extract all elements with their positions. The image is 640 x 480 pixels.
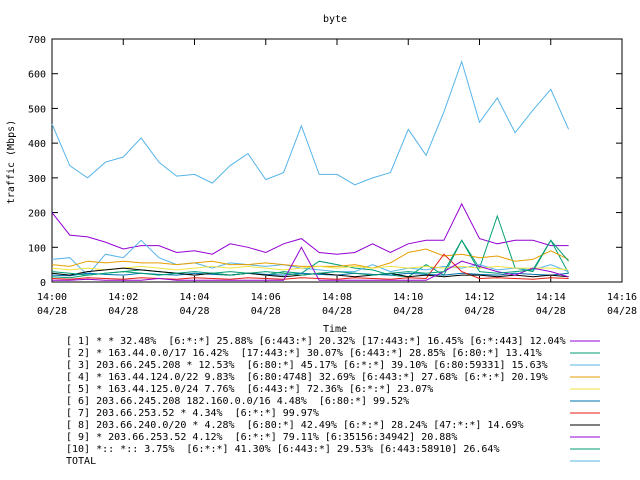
x-tick-time-label: 14:12 <box>464 292 494 303</box>
y-tick-label: 0 <box>40 278 46 289</box>
legend-entry-label: [ 9] * 203.66.253.52 4.12% [6:*:*] 79.11… <box>66 432 457 443</box>
x-tick-date-label: 04/28 <box>108 306 138 317</box>
x-axis-label: Time <box>323 324 347 335</box>
traffic-chart: byte traffic (Mbps) Time 0 100 200 300 400 50… <box>6 14 637 467</box>
legend-entry-label: [ 2] * 163.44.0.0/17 16.42% [17:443:*] 3… <box>66 348 542 359</box>
x-tick-time-label: 14:10 <box>393 292 423 303</box>
series-line-11 <box>51 59 570 186</box>
x-tick-time-label: 14:14 <box>536 292 566 303</box>
y-tick-label: 300 <box>28 174 46 185</box>
legend-entry-label: [10] *:: *:: 3.75% [6:*:*] 41.30% [6:443… <box>66 444 499 455</box>
x-tick-date-label: 04/28 <box>179 306 209 317</box>
plot-frame <box>51 38 623 283</box>
legend-entry-label: TOTAL <box>66 456 96 467</box>
y-tick-label: 200 <box>28 209 46 220</box>
x-tick-date-label: 04/28 <box>37 306 67 317</box>
y-axis-ticks: 0 100 200 300 400 500 600 700 <box>28 35 622 289</box>
legend-entry-label: [ 4] * 163.44.124.0/22 9.83% [6:80:4748]… <box>66 372 548 383</box>
y-tick-label: 600 <box>28 70 46 81</box>
x-tick-date-label: 04/28 <box>393 306 423 317</box>
legend: [ 1] * * 32.48% [6:*:*] 25.88% [6:443:*]… <box>66 336 600 467</box>
y-tick-label: 400 <box>28 139 46 150</box>
series-line-1 <box>51 202 569 255</box>
legend-entry-label: [ 6] 203.66.245.208 182.160.0.0/16 4.48%… <box>66 396 409 407</box>
y-tick-label: 500 <box>28 104 46 115</box>
x-tick-time-label: 14:00 <box>37 292 67 303</box>
legend-entry-label: [ 8] 203.66.240.0/20 * 4.28% [6:80:*] 42… <box>66 420 524 431</box>
x-tick-time-label: 14:04 <box>179 292 209 303</box>
y-tick-label: 100 <box>28 243 46 254</box>
legend-entry-label: [ 5] * 163.44.125.0/24 7.76% [6:443:*] 7… <box>66 384 433 395</box>
legend-entry-label: [ 7] 203.66.253.52 * 4.34% [6:*:*] 99.97… <box>66 408 319 419</box>
x-tick-date-label: 04/28 <box>607 306 637 317</box>
chart-title: byte <box>323 14 347 25</box>
y-tick-label: 700 <box>28 35 46 46</box>
x-tick-time-label: 14:16 <box>607 292 637 303</box>
x-tick-date-label: 04/28 <box>251 306 281 317</box>
x-tick-date-label: 04/28 <box>536 306 566 317</box>
x-tick-date-label: 04/28 <box>322 306 352 317</box>
y-axis-label: traffic (Mbps) <box>6 120 17 204</box>
x-tick-time-label: 14:06 <box>251 292 281 303</box>
x-tick-date-label: 04/28 <box>464 306 494 317</box>
x-tick-time-label: 14:02 <box>108 292 138 303</box>
legend-entry-label: [ 3] 203.66.245.208 * 12.53% [6:80:*] 45… <box>66 360 548 371</box>
series-lines <box>51 59 570 281</box>
legend-entry-label: [ 1] * * 32.48% [6:*:*] 25.88% [6:443:*]… <box>66 336 566 347</box>
x-tick-time-label: 14:08 <box>322 292 352 303</box>
